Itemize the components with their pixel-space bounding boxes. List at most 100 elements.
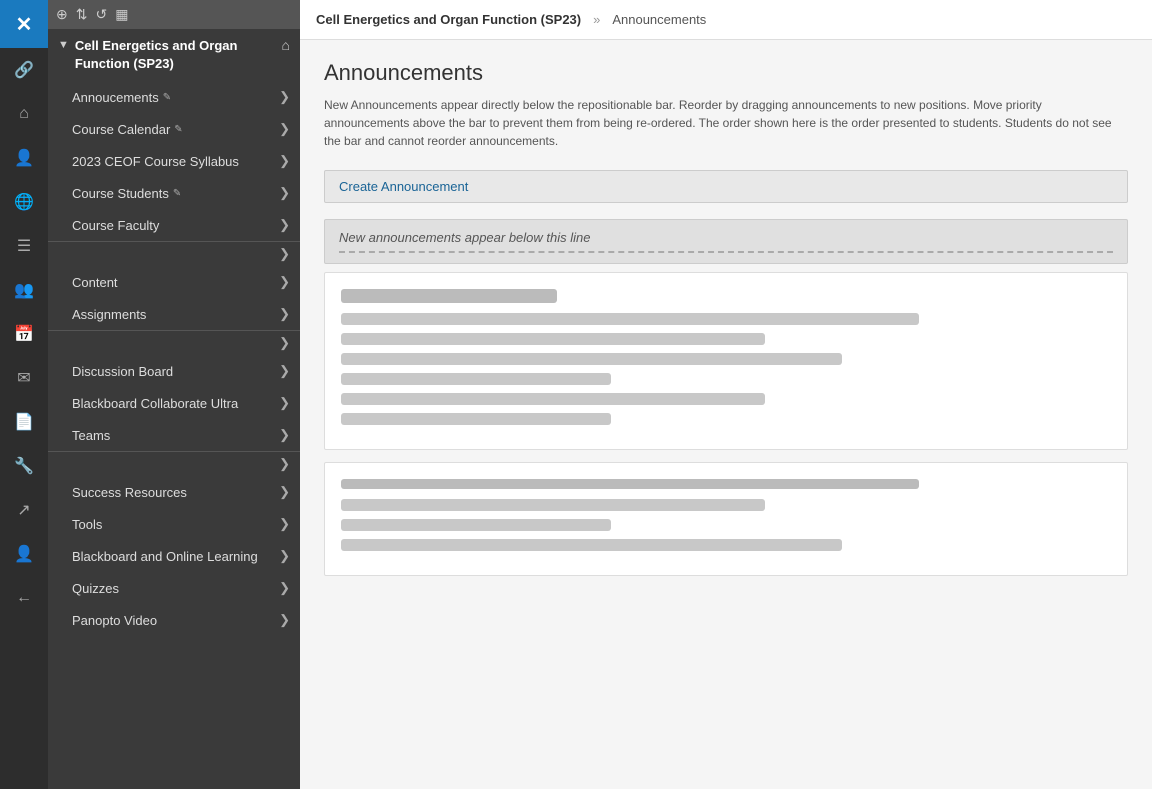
top-bar: Cell Energetics and Organ Function (SP23… — [300, 0, 1152, 40]
divider-line — [339, 251, 1113, 253]
chevron-icon: ❯ — [279, 395, 290, 411]
sidebar-item-course-faculty[interactable]: Course Faculty ❯ — [48, 209, 300, 241]
edit-icon: ✎ — [173, 188, 181, 199]
sidebar-item-label: Course Faculty — [72, 218, 159, 233]
person-icon[interactable]: 👤 — [0, 136, 48, 180]
announcement-body-line-2 — [341, 333, 765, 345]
back-icon[interactable]: ← — [0, 576, 48, 620]
calendar-icon[interactable]: 📅 — [0, 312, 48, 356]
export-icon[interactable]: ↗ — [0, 488, 48, 532]
sidebar-item-label: Panopto Video — [72, 613, 157, 628]
announcement-card-1[interactable] — [324, 272, 1128, 450]
announcement-body-line-6 — [341, 413, 611, 425]
edit-icon: ✎ — [163, 92, 171, 103]
announcements-divider-bar: New announcements appear below this line — [324, 219, 1128, 264]
sidebar-refresh-icon[interactable]: ↺ — [95, 6, 107, 23]
breadcrumb-course[interactable]: Cell Energetics and Organ Function (SP23… — [316, 12, 581, 27]
chevron-icon: ❯ — [279, 612, 290, 628]
sidebar-item-label: Tools — [72, 517, 102, 532]
announcement-title-blurred — [341, 289, 557, 303]
collapse-arrow-icon[interactable]: ▼ — [58, 39, 69, 51]
announcement-body-line-4 — [341, 373, 611, 385]
sidebar-item-label: Teams — [72, 428, 110, 443]
announcement-2-line-3 — [341, 539, 842, 551]
user-icon[interactable]: 👤 — [0, 532, 48, 576]
sidebar-item-label: Quizzes — [72, 581, 119, 596]
sidebar-divider-1: ❯ — [48, 241, 300, 266]
sidebar-toolbar: ⊕ ⇅ ↺ ▦ — [48, 0, 300, 29]
announcement-card-2[interactable] — [324, 462, 1128, 576]
announcement-body-line-3 — [341, 353, 842, 365]
sidebar-item-syllabus[interactable]: 2023 CEOF Course Syllabus ❯ — [48, 145, 300, 177]
sidebar-item-course-students[interactable]: Course Students ✎ ❯ — [48, 177, 300, 209]
mail-icon[interactable]: ✉ — [0, 356, 48, 400]
chevron-icon: ❯ — [279, 580, 290, 596]
chevron-icon: ❯ — [279, 427, 290, 443]
announcement-2-line-1 — [341, 499, 765, 511]
course-home-icon[interactable]: ⌂ — [282, 37, 290, 53]
list-icon[interactable]: ☰ — [0, 224, 48, 268]
page-title: Announcements — [324, 60, 1128, 86]
sidebar-item-quizzes[interactable]: Quizzes ❯ — [48, 572, 300, 604]
sidebar-item-panopto[interactable]: Panopto Video ❯ — [48, 604, 300, 636]
announcement-body-line-1 — [341, 313, 919, 325]
close-panel-button[interactable]: ✕ — [0, 0, 48, 48]
sidebar-item-teams[interactable]: Teams ❯ — [48, 419, 300, 451]
sidebar-item-discussion-board[interactable]: Discussion Board ❯ — [48, 355, 300, 387]
sidebar-divider-3: ❯ — [48, 451, 300, 476]
chevron-icon: ❯ — [279, 548, 290, 564]
document-icon[interactable]: 📄 — [0, 400, 48, 444]
divider-chevron-icon[interactable]: ❯ — [279, 246, 290, 262]
announcement-2-title — [341, 479, 919, 489]
sidebar-item-success-resources[interactable]: Success Resources ❯ — [48, 476, 300, 508]
sidebar-item-content[interactable]: Content ❯ — [48, 266, 300, 298]
sidebar-reorder-icon[interactable]: ⇅ — [76, 6, 88, 23]
content-area: Announcements New Announcements appear d… — [300, 40, 1152, 789]
people-icon[interactable]: 👥 — [0, 268, 48, 312]
page-description: New Announcements appear directly below … — [324, 96, 1128, 150]
tools-icon[interactable]: 🔧 — [0, 444, 48, 488]
announcement-2-line-2 — [341, 519, 611, 531]
chevron-icon: ❯ — [279, 484, 290, 500]
sidebar-item-tools[interactable]: Tools ❯ — [48, 508, 300, 540]
sidebar-item-label: Success Resources — [72, 485, 187, 500]
chevron-icon: ❯ — [279, 363, 290, 379]
sidebar-item-label: Discussion Board — [72, 364, 173, 379]
chevron-icon: ❯ — [279, 274, 290, 290]
sidebar-item-label: 2023 CEOF Course Syllabus — [72, 154, 239, 169]
sidebar-item-collaborate[interactable]: Blackboard Collaborate Ultra ❯ — [48, 387, 300, 419]
sidebar-item-label: Content — [72, 275, 118, 290]
sidebar-item-label: Blackboard Collaborate Ultra — [72, 396, 238, 411]
icon-rail: ✕ 🔗 ⌂ 👤 🌐 ☰ 👥 📅 ✉ 📄 🔧 ↗ 👤 ← — [0, 0, 48, 789]
divider-chevron-icon[interactable]: ❯ — [279, 335, 290, 351]
divider-chevron-icon[interactable]: ❯ — [279, 456, 290, 472]
announcements-divider-text: New announcements appear below this line — [339, 230, 1113, 245]
sidebar-add-icon[interactable]: ⊕ — [56, 6, 68, 23]
main-area: Cell Energetics and Organ Function (SP23… — [300, 0, 1152, 789]
course-title[interactable]: Cell Energetics and Organ Function (SP23… — [75, 37, 276, 73]
link-icon[interactable]: 🔗 — [0, 48, 48, 92]
announcement-body-line-5 — [341, 393, 765, 405]
chevron-icon: ❯ — [279, 516, 290, 532]
sidebar-item-blackboard-online[interactable]: Blackboard and Online Learning ❯ — [48, 540, 300, 572]
sidebar-divider-2: ❯ — [48, 330, 300, 355]
sidebar-item-label: Assignments — [72, 307, 146, 322]
chevron-icon: ❯ — [279, 121, 290, 137]
sidebar: ⊕ ⇅ ↺ ▦ ▼ Cell Energetics and Organ Func… — [48, 0, 300, 789]
edit-icon: ✎ — [174, 124, 182, 135]
sidebar-item-announcements[interactable]: Annoucements ✎ ❯ — [48, 81, 300, 113]
sidebar-item-course-calendar[interactable]: Course Calendar ✎ ❯ — [48, 113, 300, 145]
globe-icon[interactable]: 🌐 — [0, 180, 48, 224]
close-icon: ✕ — [16, 12, 33, 37]
create-announcement-link[interactable]: Create Announcement — [339, 179, 468, 194]
breadcrumb-separator: » — [593, 12, 600, 27]
chevron-icon: ❯ — [279, 185, 290, 201]
create-announcement-bar: Create Announcement — [324, 170, 1128, 203]
sidebar-item-label: Annoucements — [72, 90, 159, 105]
sidebar-calendar-icon[interactable]: ▦ — [115, 6, 128, 23]
chevron-icon: ❯ — [279, 153, 290, 169]
sidebar-item-assignments[interactable]: Assignments ❯ — [48, 298, 300, 330]
breadcrumb-page: Announcements — [612, 12, 706, 27]
chevron-icon: ❯ — [279, 89, 290, 105]
home-icon[interactable]: ⌂ — [0, 92, 48, 136]
